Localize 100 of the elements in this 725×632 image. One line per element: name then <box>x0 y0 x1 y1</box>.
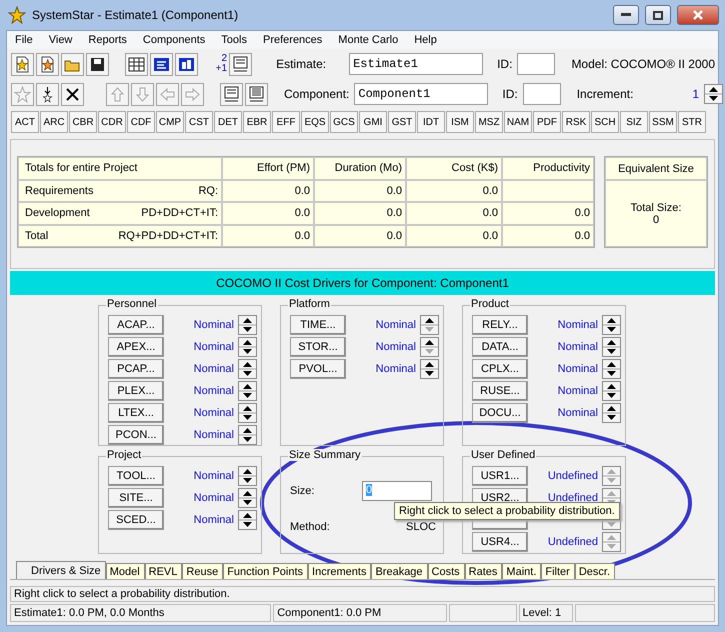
tab[interactable]: Drivers & Size <box>16 561 106 579</box>
spinner-control[interactable] <box>238 403 257 423</box>
report-button[interactable]: GST <box>388 111 416 133</box>
report-button[interactable]: ISM <box>446 111 474 133</box>
spinner-control[interactable] <box>238 337 257 357</box>
document-icon[interactable] <box>220 82 243 106</box>
driver-button[interactable]: LTEX... <box>108 403 164 423</box>
report-button[interactable]: EBR <box>243 111 271 133</box>
report-button[interactable]: PDF <box>533 111 561 133</box>
table-icon[interactable] <box>125 52 148 76</box>
spinner-control[interactable] <box>238 425 257 445</box>
report-button[interactable]: ARC <box>40 111 68 133</box>
tab[interactable]: Increments <box>308 563 372 579</box>
tab[interactable]: Costs <box>428 563 465 579</box>
spinner-control[interactable] <box>238 359 257 379</box>
driver-button[interactable]: ACAP... <box>108 315 164 335</box>
tab[interactable]: Model <box>106 563 145 579</box>
spinner-control[interactable] <box>238 488 257 508</box>
tab[interactable]: Reuse <box>182 563 224 579</box>
monitor-icon[interactable] <box>229 52 252 76</box>
driver-button[interactable]: CPLX... <box>472 359 528 379</box>
estimate-field[interactable]: Estimate1 <box>349 53 484 75</box>
spinner-control[interactable] <box>238 466 257 486</box>
star-document-icon[interactable] <box>36 52 59 76</box>
maximize-button[interactable] <box>645 5 671 25</box>
menu-item[interactable]: Monte Carlo <box>330 34 406 46</box>
driver-button[interactable]: TOOL... <box>108 466 164 486</box>
tab[interactable]: Maint. <box>502 563 542 579</box>
report-button[interactable]: RSK <box>562 111 590 133</box>
menu-item[interactable]: File <box>7 34 41 46</box>
chart-icon[interactable] <box>175 52 198 76</box>
driver-button[interactable]: PCON... <box>108 425 164 445</box>
spinner-control[interactable] <box>420 337 439 357</box>
driver-button[interactable]: USR1... <box>472 466 528 486</box>
driver-button[interactable]: DATA... <box>472 337 528 357</box>
report-button[interactable]: SSM <box>649 111 677 133</box>
report-button[interactable]: CDR <box>98 111 126 133</box>
spinner-control[interactable] <box>420 315 439 335</box>
report-button[interactable]: CDF <box>127 111 155 133</box>
driver-button[interactable]: DOCU... <box>472 403 528 423</box>
report-button[interactable]: GCS <box>330 111 358 133</box>
report-button[interactable]: SCH <box>591 111 619 133</box>
report-button[interactable]: DET <box>214 111 242 133</box>
driver-button[interactable]: USR4... <box>472 532 528 552</box>
spinner-control[interactable] <box>602 403 621 423</box>
spinner-control[interactable] <box>238 510 257 530</box>
report-button[interactable]: STR <box>678 111 706 133</box>
driver-button[interactable]: APEX... <box>108 337 164 357</box>
tab[interactable]: Breakage <box>371 563 428 579</box>
report-button[interactable]: NAM <box>504 111 532 133</box>
menu-item[interactable]: Reports <box>80 34 135 46</box>
star-outline-icon[interactable] <box>11 82 34 106</box>
report-button[interactable]: EFF <box>272 111 300 133</box>
document-icon[interactable] <box>245 82 268 106</box>
component-field[interactable]: Component1 <box>354 83 488 105</box>
driver-button[interactable]: RELY... <box>472 315 528 335</box>
tab[interactable]: REVL <box>144 563 182 579</box>
delete-icon[interactable] <box>61 82 84 106</box>
menu-item[interactable]: Preferences <box>254 34 330 46</box>
report-button[interactable]: CST <box>185 111 213 133</box>
spinner-control[interactable] <box>602 359 621 379</box>
open-folder-icon[interactable] <box>61 52 84 76</box>
close-button[interactable] <box>677 5 719 25</box>
driver-button[interactable]: RUSE... <box>472 381 528 401</box>
report-button[interactable]: CBR <box>69 111 97 133</box>
report-button[interactable]: MSZ <box>475 111 503 133</box>
report-button[interactable]: IDT <box>417 111 445 133</box>
driver-button[interactable]: SCED... <box>108 510 164 530</box>
spinner-control[interactable] <box>238 381 257 401</box>
id-field[interactable] <box>517 53 556 75</box>
driver-button[interactable]: SITE... <box>108 488 164 508</box>
menu-item[interactable]: View <box>40 34 80 46</box>
spinner-control[interactable] <box>704 84 724 104</box>
minimize-button[interactable] <box>613 5 639 25</box>
report-button[interactable]: ACT <box>11 111 39 133</box>
report-button[interactable]: GMI <box>359 111 387 133</box>
tab[interactable]: Function Points <box>223 563 308 579</box>
list-icon[interactable] <box>150 52 173 76</box>
spinner-control[interactable] <box>238 315 257 335</box>
spinner-control[interactable] <box>602 337 621 357</box>
report-button[interactable]: SIZ <box>620 111 648 133</box>
report-button[interactable]: EQS <box>301 111 329 133</box>
tab[interactable]: Descr. <box>574 563 616 579</box>
menu-item[interactable]: Help <box>406 34 445 46</box>
report-button[interactable]: CMP <box>156 111 184 133</box>
menu-item[interactable]: Components <box>134 34 214 46</box>
tab[interactable]: Rates <box>464 563 502 579</box>
tab[interactable]: Filter <box>541 563 575 579</box>
spinner-control[interactable] <box>602 381 621 401</box>
increment-counter[interactable]: 2 +1 <box>210 52 228 76</box>
driver-button[interactable]: PCAP... <box>108 359 164 379</box>
driver-button[interactable]: PLEX... <box>108 381 164 401</box>
menu-item[interactable]: Tools <box>213 34 255 46</box>
driver-button[interactable]: STOR... <box>290 337 346 357</box>
spinner-control[interactable] <box>602 315 621 335</box>
spinner-control[interactable] <box>420 359 439 379</box>
star-down-icon[interactable] <box>36 82 59 106</box>
driver-button[interactable]: TIME... <box>290 315 346 335</box>
save-icon[interactable] <box>86 52 109 76</box>
id-field[interactable] <box>522 83 561 105</box>
